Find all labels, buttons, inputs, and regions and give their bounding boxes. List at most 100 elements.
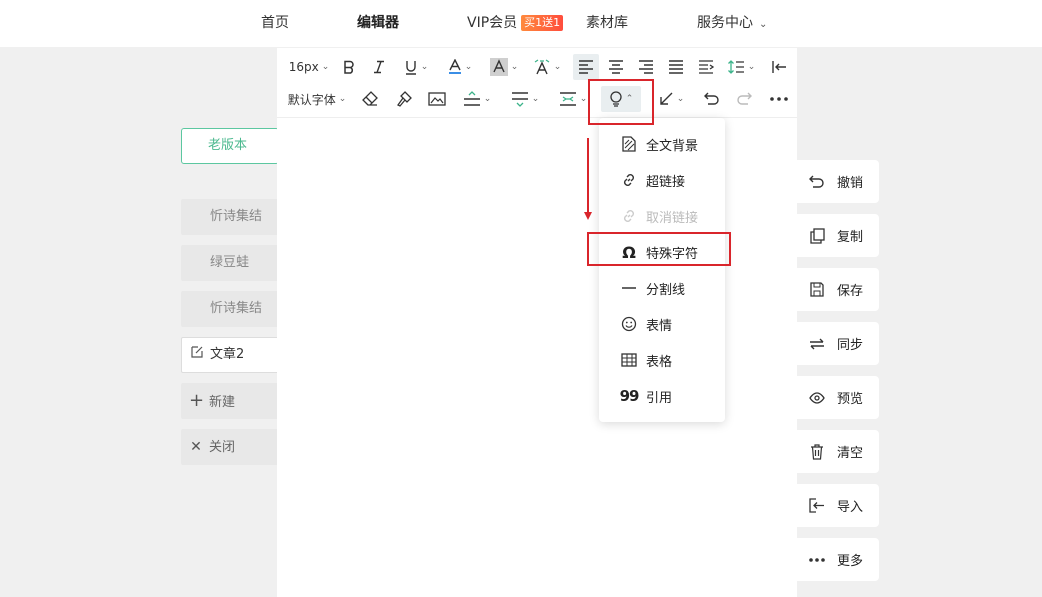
chevron-down-icon: ⌄: [483, 94, 492, 104]
image-icon: [428, 92, 446, 106]
arrow-down-left-icon: [660, 92, 673, 105]
doc-item[interactable]: 忻诗集结: [181, 199, 279, 235]
chevron-down-icon: ⌄: [759, 19, 768, 30]
menu-item-table[interactable]: 表格: [599, 342, 725, 378]
underline-button[interactable]: ⌄: [399, 54, 433, 80]
undo-toolbar-button[interactable]: [701, 86, 723, 112]
bold-icon: [344, 60, 354, 74]
highlight-color-button[interactable]: ⌄: [485, 54, 523, 80]
eraser-button[interactable]: [359, 86, 381, 112]
align-right-button[interactable]: [633, 54, 659, 80]
import-button[interactable]: 导入: [797, 484, 879, 527]
divider-icon: [621, 280, 637, 296]
more-button[interactable]: 更多: [797, 538, 879, 581]
align-left-button[interactable]: [573, 54, 599, 80]
chevron-down-icon: ⌄: [510, 62, 519, 72]
format-painter-button[interactable]: [393, 86, 415, 112]
plus-icon: +: [189, 390, 205, 411]
annotation-arrow: [587, 138, 589, 214]
eraser-icon: [362, 91, 378, 106]
align-left-icon: [579, 60, 593, 74]
more-label: 更多: [837, 554, 864, 569]
font-color-button[interactable]: ⌄: [443, 54, 477, 80]
chevron-down-icon: ⌄: [579, 94, 588, 104]
save-button[interactable]: 保存: [797, 268, 879, 311]
text-effect-icon: [534, 59, 550, 75]
nav-home[interactable]: 首页: [261, 0, 289, 47]
align-justify-icon: [669, 60, 683, 74]
more-toolbar-button[interactable]: [767, 86, 791, 112]
menu-item-emoji[interactable]: 表情: [599, 306, 725, 342]
nav-editor[interactable]: 编辑器: [357, 0, 399, 47]
sync-label: 同步: [837, 338, 864, 353]
sync-button[interactable]: 同步: [797, 322, 879, 365]
chevron-down-icon: ⌄: [420, 62, 429, 72]
doc-item[interactable]: 忻诗集结: [181, 291, 279, 327]
menu-item-page-background[interactable]: 全文背景: [599, 126, 725, 162]
eye-icon: [809, 390, 825, 406]
line-height-button[interactable]: ⌄: [723, 54, 759, 80]
nav-materials[interactable]: 素材库: [586, 0, 628, 47]
copy-button[interactable]: 复制: [797, 214, 879, 257]
letter-spacing-button[interactable]: ⌄: [555, 86, 591, 112]
old-version-button[interactable]: 老版本: [181, 128, 279, 164]
menu-item-link[interactable]: 超链接: [599, 162, 725, 198]
copy-icon: [809, 227, 825, 244]
align-justify-button[interactable]: [663, 54, 689, 80]
new-doc-button[interactable]: + 新建: [181, 383, 279, 419]
top-nav: 首页 编辑器 VIP会员 买1送1 素材库 服务中心 ⌄: [0, 0, 1042, 47]
preview-label: 预览: [837, 392, 864, 407]
spacing-before-button[interactable]: ⌄: [459, 86, 495, 112]
undo-button[interactable]: 撤销: [797, 160, 879, 203]
spacing-after-icon: [511, 92, 528, 107]
smiley-icon: [621, 316, 637, 332]
exit-format-button[interactable]: [767, 54, 791, 80]
align-center-button[interactable]: [603, 54, 629, 80]
close-doc-button[interactable]: ✕ 关闭: [181, 429, 279, 465]
chevron-down-icon: ⌄: [747, 62, 756, 72]
nav-vip-label: VIP会员: [467, 15, 518, 31]
unlink-icon: [621, 208, 637, 224]
font-family-value: 默认字体: [287, 92, 336, 107]
chevron-down-icon: ⌄: [464, 62, 473, 72]
indent-icon: [699, 60, 714, 74]
bold-button[interactable]: [339, 54, 359, 80]
preview-button[interactable]: 预览: [797, 376, 879, 419]
font-family-select[interactable]: 默认字体 ⌄: [285, 86, 349, 112]
text-effect-button[interactable]: ⌄: [529, 54, 565, 80]
indent-button[interactable]: [693, 54, 719, 80]
table-icon: [621, 352, 637, 368]
more-dots-icon: [770, 97, 788, 101]
menu-item-unlink[interactable]: 取消链接: [599, 198, 725, 234]
more-dots-icon: [809, 552, 825, 568]
chevron-down-icon: ⌄: [676, 94, 685, 104]
italic-button[interactable]: [369, 54, 389, 80]
menu-item-quote[interactable]: 99 引用: [599, 378, 725, 414]
nav-vip[interactable]: VIP会员 买1送1: [467, 0, 564, 47]
image-button[interactable]: [425, 86, 449, 112]
menu-item-label: 超链接: [646, 174, 686, 190]
spacing-before-icon: [463, 91, 480, 106]
align-right-icon: [639, 60, 653, 74]
font-size-select[interactable]: 16px ⌄: [285, 54, 333, 80]
font-size-value: 16px: [288, 60, 319, 74]
menu-item-label: 分割线: [646, 282, 686, 298]
clear-button[interactable]: 清空: [797, 430, 879, 473]
import-label: 导入: [837, 500, 864, 515]
insert-dropdown-menu: 全文背景 超链接 取消链接 Ω 特殊字符 分割线 表情 表格 99 引用: [599, 118, 725, 422]
doc-item-current[interactable]: 文章2: [181, 337, 279, 373]
redo-toolbar-button[interactable]: [733, 86, 755, 112]
nav-service[interactable]: 服务中心 ⌄: [697, 0, 767, 47]
doc-item[interactable]: 绿豆蛙: [181, 245, 279, 281]
chevron-down-icon: ⌄: [338, 94, 347, 104]
close-icon: ✕: [190, 439, 202, 455]
copy-label: 复制: [837, 230, 864, 245]
arrow-button[interactable]: ⌄: [653, 86, 689, 112]
menu-item-label: 表情: [646, 318, 673, 334]
letter-spacing-icon: [559, 92, 576, 106]
format-painter-icon: [397, 91, 412, 107]
menu-item-divider[interactable]: 分割线: [599, 270, 725, 306]
chevron-down-icon: ⌄: [321, 62, 330, 72]
annotation-arrow-head: [584, 212, 592, 220]
spacing-after-button[interactable]: ⌄: [507, 86, 543, 112]
